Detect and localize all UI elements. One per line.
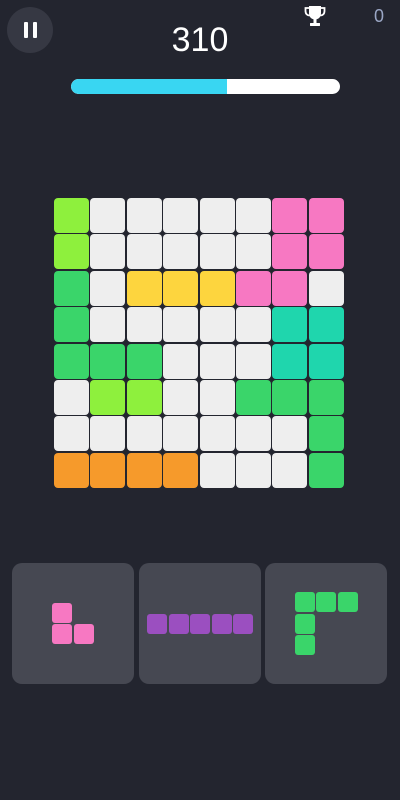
empty-cell[interactable] [126, 234, 162, 270]
filled-cell[interactable] [272, 343, 308, 379]
piece-tray-2[interactable] [139, 563, 261, 684]
empty-cell[interactable] [199, 198, 235, 233]
piece-l-small[interactable] [52, 602, 94, 645]
filled-cell[interactable] [90, 379, 126, 415]
filled-cell[interactable] [308, 307, 344, 343]
empty-cell[interactable] [272, 452, 308, 488]
empty-cell[interactable] [90, 198, 126, 233]
empty-cell[interactable] [199, 234, 235, 270]
game-board[interactable] [54, 198, 344, 488]
piece-block [52, 602, 73, 623]
filled-cell[interactable] [235, 379, 271, 415]
filled-cell[interactable] [126, 379, 162, 415]
progress-bar [71, 79, 340, 94]
empty-cell[interactable] [199, 416, 235, 452]
empty-cell[interactable] [90, 307, 126, 343]
empty-cell[interactable] [54, 379, 89, 415]
progress-fill [71, 79, 228, 94]
filled-cell[interactable] [54, 307, 89, 343]
empty-cell[interactable] [163, 307, 199, 343]
filled-cell[interactable] [272, 270, 308, 306]
filled-cell[interactable] [126, 452, 162, 488]
filled-cell[interactable] [54, 234, 89, 270]
score: 310 [171, 21, 229, 59]
empty-cell[interactable] [235, 198, 271, 233]
empty-cell[interactable] [199, 452, 235, 488]
empty-cell[interactable] [90, 270, 126, 306]
empty-cell[interactable] [235, 343, 271, 379]
empty-cell[interactable] [90, 416, 126, 452]
filled-cell[interactable] [163, 452, 199, 488]
empty-cell[interactable] [126, 307, 162, 343]
empty-cell[interactable] [163, 343, 199, 379]
filled-cell[interactable] [54, 198, 89, 233]
filled-cell[interactable] [90, 343, 126, 379]
piece-block [294, 635, 315, 655]
filled-cell[interactable] [199, 270, 235, 306]
empty-cell[interactable] [163, 234, 199, 270]
piece-block [73, 624, 94, 645]
piece-tray-3[interactable] [265, 563, 387, 684]
empty-cell[interactable] [235, 234, 271, 270]
empty-cell[interactable] [235, 307, 271, 343]
piece-l-large[interactable] [294, 592, 358, 655]
piece-block [52, 624, 73, 645]
filled-cell[interactable] [54, 343, 89, 379]
filled-cell[interactable] [272, 198, 308, 233]
empty-cell[interactable] [308, 270, 344, 306]
piece-block [168, 613, 189, 634]
filled-cell[interactable] [308, 234, 344, 270]
empty-cell[interactable] [199, 379, 235, 415]
filled-cell[interactable] [308, 343, 344, 379]
filled-cell[interactable] [308, 452, 344, 488]
empty-cell[interactable] [54, 416, 89, 452]
piece-block [294, 592, 315, 612]
piece-block [337, 592, 358, 612]
filled-cell[interactable] [272, 307, 308, 343]
piece-block [316, 592, 336, 612]
piece-block [233, 613, 253, 634]
piece-block [190, 613, 210, 634]
empty-cell[interactable] [199, 307, 235, 343]
empty-cell[interactable] [235, 452, 271, 488]
empty-cell[interactable] [163, 379, 199, 415]
piece-block [147, 613, 167, 634]
trophy-icon [304, 6, 326, 26]
filled-cell[interactable] [126, 343, 162, 379]
empty-cell[interactable] [163, 416, 199, 452]
filled-cell[interactable] [308, 198, 344, 233]
filled-cell[interactable] [308, 416, 344, 452]
filled-cell[interactable] [54, 452, 89, 488]
empty-cell[interactable] [272, 416, 308, 452]
piece-line-5[interactable] [147, 613, 253, 634]
piece-tray-1[interactable] [12, 563, 134, 684]
empty-cell[interactable] [199, 343, 235, 379]
empty-cell[interactable] [126, 416, 162, 452]
filled-cell[interactable] [272, 379, 308, 415]
filled-cell[interactable] [235, 270, 271, 306]
filled-cell[interactable] [308, 379, 344, 415]
empty-cell[interactable] [163, 198, 199, 233]
filled-cell[interactable] [126, 270, 162, 306]
empty-cell[interactable] [126, 198, 162, 233]
filled-cell[interactable] [163, 270, 199, 306]
empty-cell[interactable] [235, 416, 271, 452]
piece-block [294, 613, 315, 634]
filled-cell[interactable] [54, 270, 89, 306]
best-score: 0 [373, 6, 384, 26]
piece-block [211, 613, 232, 634]
filled-cell[interactable] [272, 234, 308, 270]
empty-cell[interactable] [90, 234, 126, 270]
filled-cell[interactable] [90, 452, 126, 488]
